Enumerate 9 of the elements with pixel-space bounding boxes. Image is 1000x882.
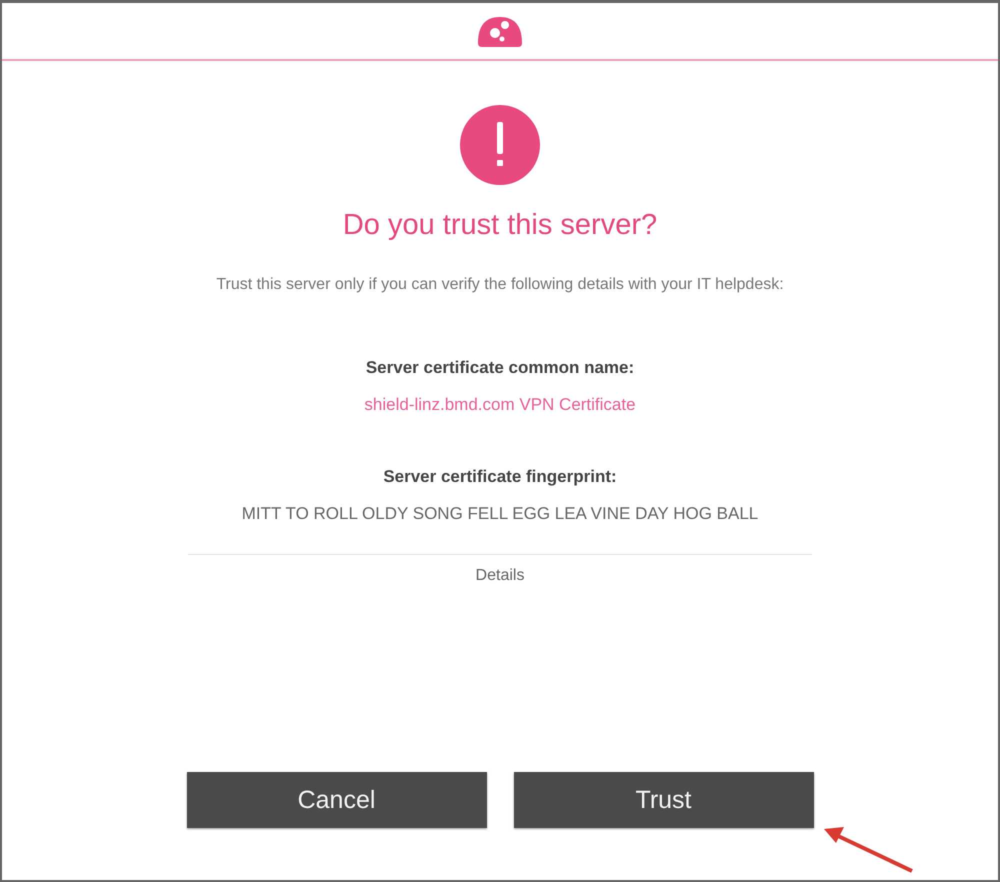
warning-message: Trust this server only if you can verify the following details with your IT helpdesk: bbox=[216, 276, 784, 294]
field-label: Server certificate fingerprint: bbox=[383, 467, 617, 487]
field-value: shield-linz.bmd.com VPN Certificate bbox=[364, 395, 636, 415]
cancel-button[interactable]: Cancel bbox=[186, 772, 486, 828]
dialog-title: Do you trust this server? bbox=[342, 209, 658, 242]
field-label: Server certificate common name: bbox=[366, 358, 634, 378]
field-value: MITT TO ROLL OLDY SONG FELL EGG LEA VINE DAY HOG BALL bbox=[242, 504, 758, 524]
details-link[interactable]: Details bbox=[476, 567, 524, 585]
trust-button[interactable]: Trust bbox=[514, 772, 814, 828]
